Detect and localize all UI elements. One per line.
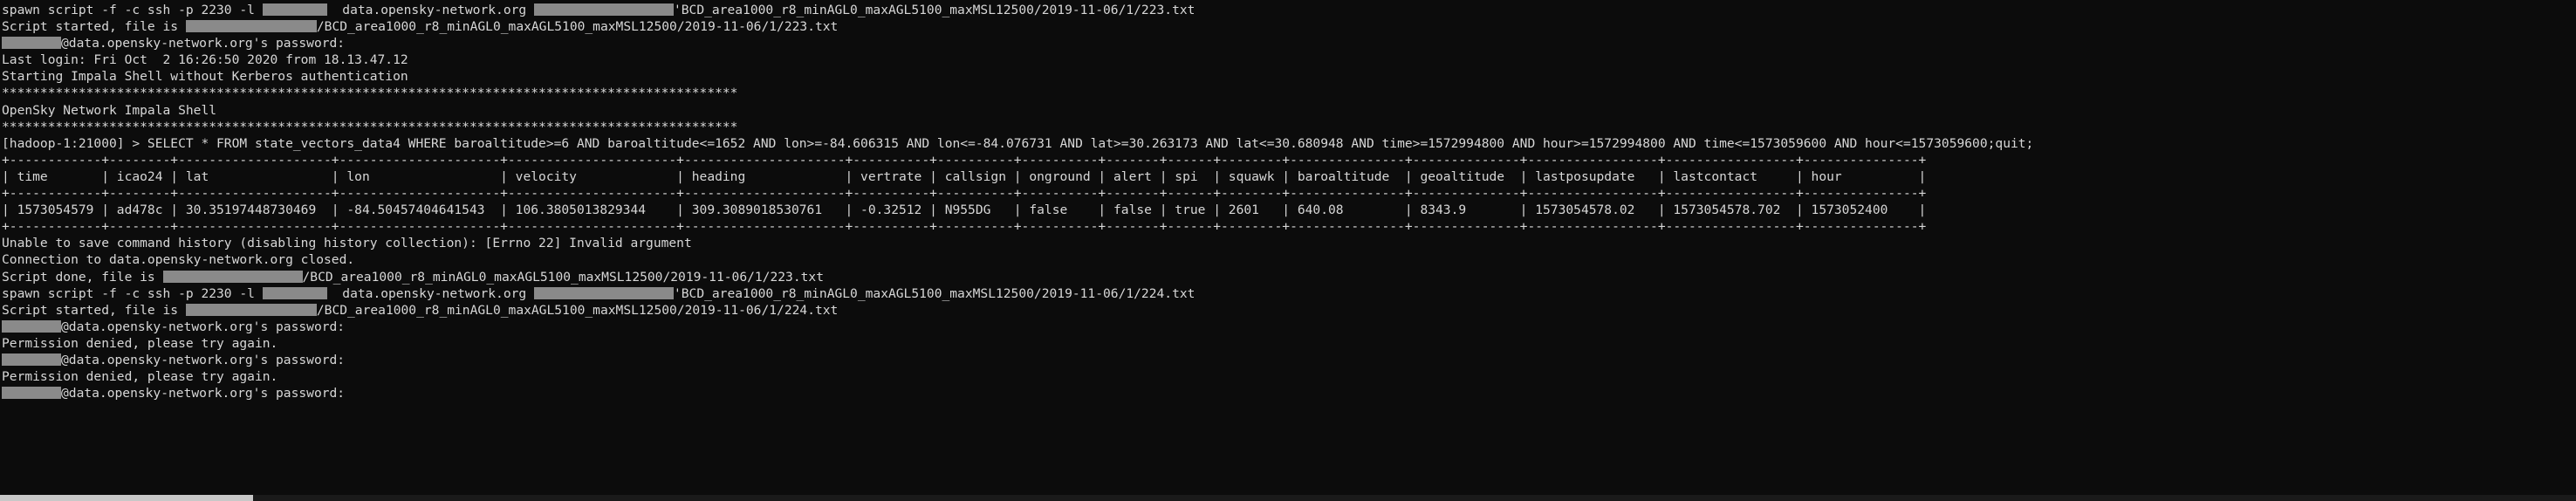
terminal-text: OpenSky Network Impala Shell bbox=[2, 102, 217, 118]
terminal-text: data.opensky-network.org bbox=[326, 3, 534, 17]
terminal-text: /BCD_area1000_r8_minAGL0_maxAGL5100_maxM… bbox=[316, 302, 839, 318]
terminal-text: Script done, file is bbox=[2, 269, 163, 285]
redacted-block bbox=[2, 353, 61, 366]
line-1-spawn-223: spawn script -f -c ssh -p 2230 -l data.o… bbox=[2, 2, 2576, 18]
redacted-block bbox=[262, 3, 327, 16]
redacted-block bbox=[533, 3, 674, 16]
terminal-text: ****************************************… bbox=[2, 119, 738, 134]
redacted-block bbox=[185, 303, 317, 316]
redacted-block bbox=[533, 286, 674, 299]
terminal-text: @data.opensky-network.org's password: bbox=[61, 386, 346, 401]
terminal-text: @data.opensky-network.org's password: bbox=[61, 36, 346, 51]
line-12-table-mid-rule: +------------+--------+-----------------… bbox=[2, 185, 2576, 202]
terminal-text: Script started, file is bbox=[2, 302, 186, 318]
line-14-table-bottom-rule: +------------+--------+-----------------… bbox=[2, 218, 2576, 235]
redacted-block bbox=[185, 20, 317, 33]
line-3-password-prompt-1: @data.opensky-network.org's password: bbox=[2, 35, 2576, 51]
line-11-table-header: | time | icao24 | lat | lon | velocity |… bbox=[2, 168, 2576, 185]
redacted-block bbox=[2, 319, 61, 333]
line-17-script-done-223: Script done, file is /BCD_area1000_r8_mi… bbox=[2, 269, 2576, 285]
redacted-block bbox=[2, 37, 61, 50]
line-22-password-prompt-3: @data.opensky-network.org's password: bbox=[2, 352, 2576, 368]
redacted-block bbox=[262, 286, 327, 299]
terminal-text: Unable to save command history (disablin… bbox=[2, 236, 692, 251]
terminal-text: @data.opensky-network.org's password: bbox=[61, 319, 346, 334]
line-7-banner: OpenSky Network Impala Shell bbox=[2, 102, 2576, 119]
redacted-block bbox=[2, 387, 61, 400]
line-6-stars-1: ****************************************… bbox=[2, 85, 2576, 101]
terminal-text: | 1573054579 | ad478c | 30.3519744873046… bbox=[2, 202, 1927, 218]
terminal-text: 'BCD_area1000_r8_minAGL0_maxAGL5100_maxM… bbox=[673, 3, 1196, 17]
terminal-text: data.opensky-network.org bbox=[326, 285, 534, 301]
terminal-text: 'BCD_area1000_r8_minAGL0_maxAGL5100_maxM… bbox=[673, 285, 1196, 301]
line-23-permission-denied-2: Permission denied, please try again. bbox=[2, 368, 2576, 385]
terminal-text: Last login: Fri Oct 2 16:26:50 2020 from… bbox=[2, 52, 408, 68]
terminal-text: Connection to data.opensky-network.org c… bbox=[2, 252, 355, 268]
line-10-table-top-rule: +------------+--------+-----------------… bbox=[2, 152, 2576, 168]
terminal-text: spawn script -f -c ssh -p 2230 -l bbox=[2, 3, 263, 17]
line-19-script-started-224: Script started, file is /BCD_area1000_r8… bbox=[2, 302, 2576, 319]
terminal-text: Permission denied, please try again. bbox=[2, 369, 278, 385]
terminal-text: Permission denied, please try again. bbox=[2, 335, 278, 351]
line-2-script-started-223: Script started, file is /BCD_area1000_r8… bbox=[2, 18, 2576, 35]
line-4-last-login: Last login: Fri Oct 2 16:26:50 2020 from… bbox=[2, 51, 2576, 68]
terminal-text: /BCD_area1000_r8_minAGL0_maxAGL5100_maxM… bbox=[302, 269, 824, 285]
horizontal-scrollbar-track[interactable] bbox=[0, 495, 2576, 501]
terminal-text: Script started, file is bbox=[2, 19, 186, 35]
terminal-text: ****************************************… bbox=[2, 86, 738, 101]
terminal-text: | time | icao24 | lat | lon | velocity |… bbox=[2, 168, 1927, 184]
terminal-text: +------------+--------+-----------------… bbox=[2, 152, 1927, 168]
line-20-password-prompt-2: @data.opensky-network.org's password: bbox=[2, 319, 2576, 335]
terminal-output[interactable]: spawn script -f -c ssh -p 2230 -l data.o… bbox=[0, 0, 2576, 501]
line-24-password-prompt-4: @data.opensky-network.org's password: bbox=[2, 385, 2576, 401]
line-21-permission-denied-1: Permission denied, please try again. bbox=[2, 335, 2576, 352]
terminal-text: @data.opensky-network.org's password: bbox=[61, 352, 346, 367]
terminal-text: +------------+--------+-----------------… bbox=[2, 186, 1927, 202]
line-16-connection-closed: Connection to data.opensky-network.org c… bbox=[2, 251, 2576, 268]
terminal-text: Starting Impala Shell without Kerberos a… bbox=[2, 69, 408, 85]
horizontal-scrollbar-thumb[interactable] bbox=[0, 495, 253, 501]
terminal-text: [hadoop-1:21000] > SELECT * FROM state_v… bbox=[2, 135, 2034, 151]
line-9-sql-query: [hadoop-1:21000] > SELECT * FROM state_v… bbox=[2, 135, 2576, 152]
line-8-stars-2: ****************************************… bbox=[2, 119, 2576, 135]
line-15-history-error: Unable to save command history (disablin… bbox=[2, 235, 2576, 251]
line-13-table-row: | 1573054579 | ad478c | 30.3519744873046… bbox=[2, 202, 2576, 218]
terminal-text: /BCD_area1000_r8_minAGL0_maxAGL5100_maxM… bbox=[316, 19, 839, 35]
terminal-text: +------------+--------+-----------------… bbox=[2, 219, 1927, 235]
terminal-text: spawn script -f -c ssh -p 2230 -l bbox=[2, 285, 263, 301]
redacted-block bbox=[162, 270, 303, 283]
line-18-spawn-224: spawn script -f -c ssh -p 2230 -l data.o… bbox=[2, 285, 2576, 302]
line-5-starting-impala: Starting Impala Shell without Kerberos a… bbox=[2, 68, 2576, 85]
